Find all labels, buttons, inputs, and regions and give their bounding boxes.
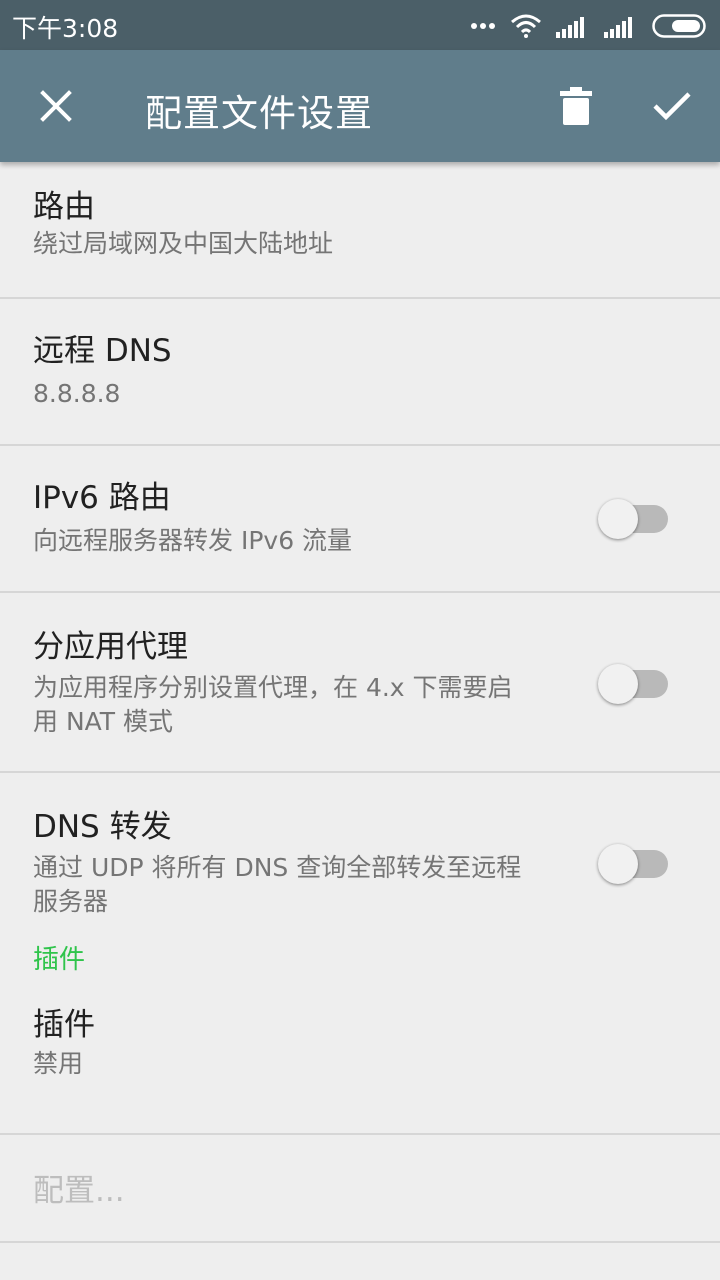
status-icons xyxy=(470,12,708,40)
wifi-icon xyxy=(511,14,541,38)
pref-summary: 绕过局域网及中国大陆地址 xyxy=(33,229,334,258)
more-dots-icon xyxy=(471,23,495,29)
pref-summary-line: 服务器 xyxy=(33,887,109,916)
pref-title: 分应用代理 xyxy=(33,629,188,665)
pref-summary: 向远程服务器转发 IPv6 流量 xyxy=(33,526,353,555)
pref-ipv6-route[interactable]: IPv6 路由 向远程服务器转发 IPv6 流量 xyxy=(0,446,720,593)
toggle-thumb xyxy=(598,499,638,539)
pref-dns-forwarding[interactable]: DNS 转发 通过 UDP 将所有 DNS 查询全部转发至远程 服务器 xyxy=(0,773,720,933)
save-button[interactable] xyxy=(644,78,700,134)
page-title: 配置文件设置 xyxy=(145,92,373,135)
check-icon xyxy=(653,92,691,121)
close-button[interactable] xyxy=(28,78,84,134)
pref-per-app-proxy[interactable]: 分应用代理 为应用程序分别设置代理，在 4.x 下需要启 用 NAT 模式 xyxy=(0,593,720,773)
pref-summary: 通过 UDP 将所有 DNS 查询全部转发至远程 服务器 xyxy=(33,851,560,919)
delete-button[interactable] xyxy=(548,78,604,134)
pref-summary: 为应用程序分别设置代理，在 4.x 下需要启 用 NAT 模式 xyxy=(33,671,560,739)
pref-title: 插件 xyxy=(33,1007,95,1043)
status-time: 下午3:08 xyxy=(12,14,119,43)
ipv6-route-toggle[interactable] xyxy=(598,498,670,539)
toolbar: 配置文件设置 xyxy=(0,50,720,162)
pref-title: 配置... xyxy=(33,1173,125,1209)
toggle-thumb xyxy=(598,844,638,884)
pref-remote-dns[interactable]: 远程 DNS 8.8.8.8 xyxy=(0,299,720,446)
preference-list: 路由 绕过局域网及中国大陆地址 远程 DNS 8.8.8.8 IPv6 路由 向… xyxy=(0,162,720,1243)
per-app-proxy-toggle[interactable] xyxy=(598,663,670,704)
plugin-category-header: 插件 xyxy=(33,945,86,975)
status-bar: 下午3:08 xyxy=(0,0,720,50)
pref-title: 路由 xyxy=(33,189,95,225)
pref-plugin[interactable]: 插件 禁用 xyxy=(0,1001,720,1135)
pref-summary-line: 为应用程序分别设置代理，在 4.x 下需要启 xyxy=(33,673,513,702)
signal-icon xyxy=(556,17,584,38)
pref-route[interactable]: 路由 绕过局域网及中国大陆地址 xyxy=(0,162,720,299)
dns-forwarding-toggle[interactable] xyxy=(598,843,670,884)
pref-summary: 8.8.8.8 xyxy=(33,379,121,408)
close-icon xyxy=(40,90,72,122)
pref-summary-line: 用 NAT 模式 xyxy=(33,707,174,736)
delete-icon xyxy=(560,87,592,125)
pref-summary: 禁用 xyxy=(33,1049,84,1078)
pref-plugin-configure: 配置... xyxy=(0,1135,720,1243)
pref-title: DNS 转发 xyxy=(33,809,172,845)
pref-summary-line: 通过 UDP 将所有 DNS 查询全部转发至远程 xyxy=(33,853,522,882)
battery-icon xyxy=(652,14,706,38)
toggle-thumb xyxy=(598,664,638,704)
pref-title: IPv6 路由 xyxy=(33,480,171,516)
pref-title: 远程 DNS xyxy=(33,333,172,369)
signal-icon xyxy=(604,17,632,38)
